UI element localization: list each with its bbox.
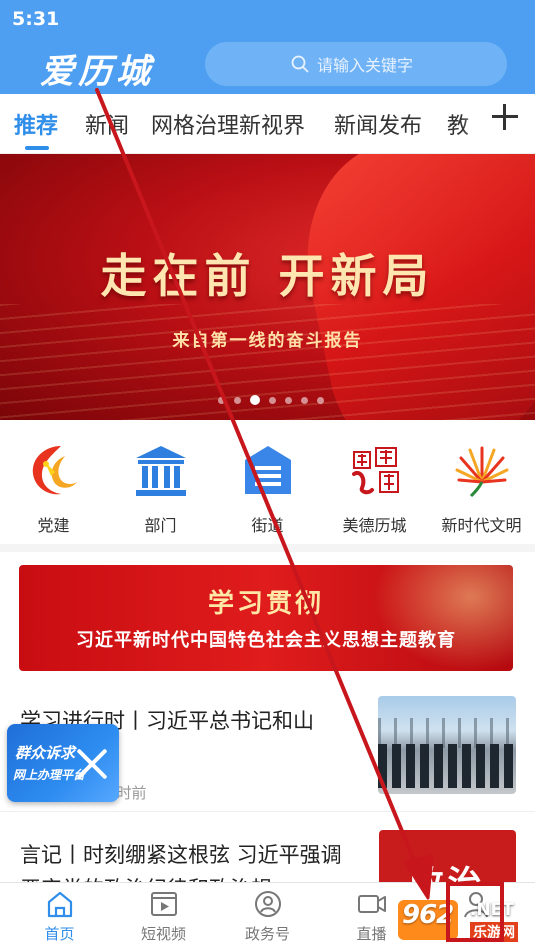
- news-list-item[interactable]: 言记丨时刻绷紧这根弦 习近平强调严守党的政治纪律和政治规 政治: [0, 818, 535, 882]
- party-building-icon: [25, 442, 83, 500]
- news-thumbnail: 政治: [379, 830, 516, 882]
- short-video-icon: [149, 889, 179, 919]
- carousel-dot[interactable]: [317, 396, 324, 404]
- profile-highlight-box: [446, 882, 504, 942]
- carousel-dot[interactable]: [250, 395, 260, 405]
- quick-links: 党建 部门 街道 美德历城 新时代文明: [0, 420, 535, 552]
- search-icon: [291, 55, 309, 73]
- quick-link-party[interactable]: 党建: [0, 442, 107, 536]
- carousel-dot[interactable]: [285, 396, 292, 404]
- app-logo: 爱历城: [40, 52, 154, 92]
- search-placeholder: 请输入关键字: [317, 56, 414, 75]
- news-title: 言记丨时刻绷紧这根弦 习近平强调严守党的政治纪律和政治规: [20, 843, 342, 882]
- live-camera-icon: [357, 889, 387, 919]
- group-photo-graphic: [378, 744, 516, 788]
- quick-link-virtue[interactable]: 美德历城: [321, 442, 428, 536]
- nav-short-video[interactable]: 短视频: [110, 889, 217, 944]
- new-era-civilization-icon: [453, 442, 511, 500]
- tab-recommend[interactable]: 推荐: [14, 108, 58, 140]
- nav-home[interactable]: 首页: [6, 889, 113, 944]
- close-icon[interactable]: [72, 744, 112, 784]
- search-input[interactable]: 请输入关键字: [205, 42, 507, 86]
- quick-link-label: 党建: [37, 516, 70, 535]
- quick-link-label: 新时代文明: [441, 516, 522, 535]
- nav-label: 短视频: [140, 925, 186, 943]
- study-banner-subtitle: 习近平新时代中国特色社会主义思想主题教育: [76, 630, 456, 651]
- quick-link-department[interactable]: 部门: [107, 442, 214, 536]
- quick-link-label: 美德历城: [342, 516, 407, 535]
- tab-scroll-fade: [462, 94, 490, 152]
- banner-subtitle: 来自第一线的奋斗报告: [172, 331, 363, 351]
- active-tab-indicator: [25, 146, 49, 150]
- quick-link-civilization[interactable]: 新时代文明: [428, 442, 535, 536]
- study-banner-title: 学习贯彻: [207, 589, 324, 619]
- hero-banner[interactable]: 走在前 开新局 来自第一线的奋斗报告: [0, 154, 535, 420]
- tab-press-release[interactable]: 新闻发布: [334, 108, 422, 140]
- nav-label: 政务号: [244, 925, 290, 943]
- tab-news[interactable]: 新闻: [85, 108, 129, 140]
- app-header: 5:31 爱历城 请输入关键字: [0, 0, 535, 94]
- nav-government-account[interactable]: 政务号: [214, 889, 321, 944]
- street-list-icon: [239, 442, 297, 500]
- carousel-dot[interactable]: [234, 396, 241, 404]
- status-bar-time: 5:31: [12, 8, 60, 30]
- carousel-dot[interactable]: [269, 396, 276, 404]
- government-building-icon: [132, 442, 190, 500]
- app-screen: 5:31 爱历城 请输入关键字 推荐 新闻 网格治理新视界 新闻发布 教 走在前…: [0, 0, 535, 951]
- tab-grid-governance[interactable]: 网格治理新视界: [151, 108, 305, 140]
- quick-link-label: 街道: [251, 516, 284, 535]
- government-account-icon: [253, 889, 283, 919]
- add-channel-icon[interactable]: [492, 104, 518, 130]
- carousel-dot[interactable]: [218, 396, 225, 404]
- carousel-dot[interactable]: [301, 396, 308, 404]
- nav-label: 首页: [44, 925, 75, 943]
- news-thumbnail: [378, 696, 516, 794]
- virtue-licheng-icon: [346, 442, 404, 500]
- home-icon: [45, 889, 75, 919]
- channel-tabs: 推荐 新闻 网格治理新视界 新闻发布 教: [0, 94, 535, 154]
- quick-link-label: 部门: [144, 516, 177, 535]
- banner-title: 走在前 开新局: [100, 249, 435, 303]
- study-campaign-banner[interactable]: 学习贯彻 习近平新时代中国特色社会主义思想主题教育: [19, 565, 513, 671]
- carousel-dots[interactable]: [218, 395, 324, 405]
- floating-card-title: 群众诉求: [15, 744, 76, 762]
- quick-link-street[interactable]: 街道: [214, 442, 321, 536]
